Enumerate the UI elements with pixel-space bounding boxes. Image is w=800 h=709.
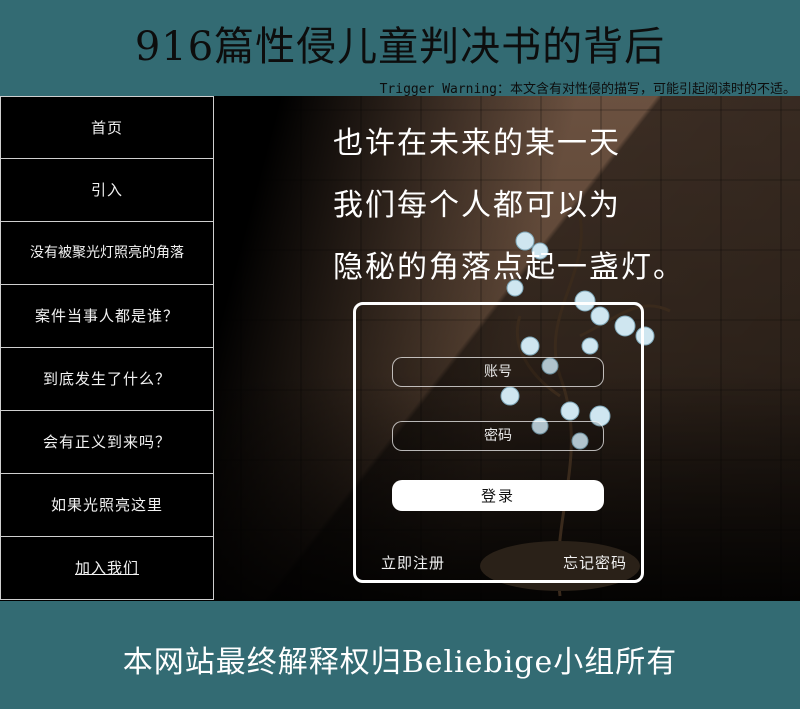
register-link[interactable]: 立即注册 [381, 552, 445, 573]
forgot-password-link[interactable]: 忘记密码 [563, 552, 627, 573]
nav-intro[interactable]: 引入 [0, 159, 214, 222]
page-title: 916篇性侵儿童判决书的背后 [134, 24, 666, 70]
join-us-link[interactable]: 加入我们 [75, 559, 139, 577]
footer-copyright: 本网站最终解释权归Beliebige小组所有 [122, 645, 678, 680]
nav-what-happened[interactable]: 到底发生了什么？ [0, 348, 214, 411]
hero-line-3: 隐秘的角落点起一盏灯。 [333, 250, 685, 285]
nav-if-light[interactable]: 如果光照亮这里 [0, 474, 214, 537]
nav-dark-corners[interactable]: 没有被聚光灯照亮的角落 [0, 222, 214, 285]
footer-band: 本网站最终解释权归Beliebige小组所有 [0, 601, 800, 709]
login-button[interactable]: 登录 [392, 480, 604, 511]
nav-join-us[interactable]: 加入我们 [0, 537, 214, 600]
nav-parties[interactable]: 案件当事人都是谁？ [0, 285, 214, 348]
nav-home[interactable]: 首页 [0, 96, 214, 159]
nav-justice[interactable]: 会有正义到来吗？ [0, 411, 214, 474]
password-input[interactable] [392, 421, 604, 451]
login-panel: 登录 立即注册 忘记密码 [353, 302, 644, 583]
hero-line-2: 我们每个人都可以为 [333, 188, 621, 223]
sidebar-nav: 首页 引入 没有被聚光灯照亮的角落 案件当事人都是谁？ 到底发生了什么？ 会有正… [0, 96, 214, 601]
account-input[interactable] [392, 357, 604, 387]
trigger-warning: Trigger Warning：本文含有对性侵的描写，可能引起阅读时的不适。 [379, 82, 796, 97]
hero-line-1: 也许在未来的某一天 [333, 126, 621, 161]
header-band: 916篇性侵儿童判决书的背后 Trigger Warning：本文含有对性侵的描… [0, 0, 800, 97]
